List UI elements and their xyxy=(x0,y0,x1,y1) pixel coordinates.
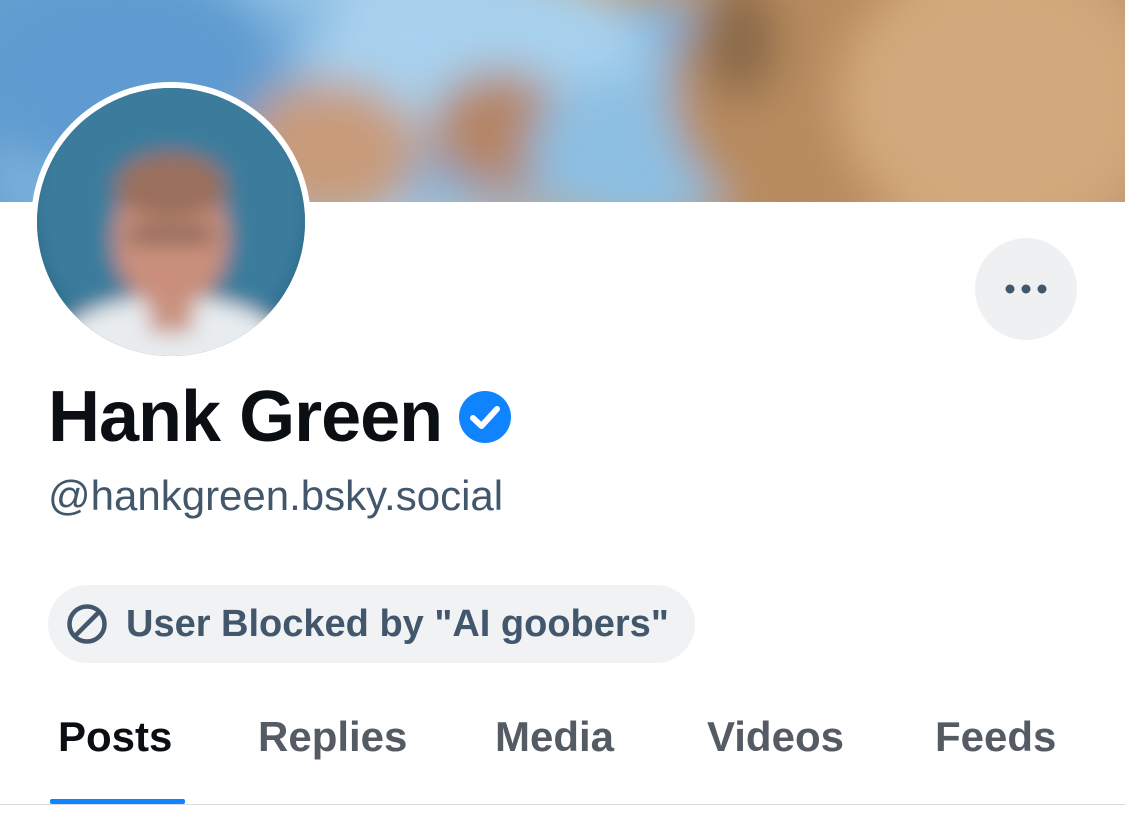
tab-videos[interactable]: Videos xyxy=(707,690,844,800)
tab-media[interactable]: Media xyxy=(495,690,614,800)
name-row: Hank Green xyxy=(48,372,512,462)
profile-page: Hank Green @hankgreen.bsky.social User B… xyxy=(0,0,1125,828)
handle: @hankgreen.bsky.social xyxy=(48,472,504,519)
avatar[interactable] xyxy=(31,82,311,362)
tab-feeds[interactable]: Feeds xyxy=(935,690,1056,800)
tab-posts[interactable]: Posts xyxy=(58,690,172,800)
avatar-image xyxy=(37,88,305,356)
verified-check-icon[interactable] xyxy=(458,390,512,444)
display-name: Hank Green xyxy=(48,377,443,457)
block-icon xyxy=(67,604,107,644)
profile-tabs: Posts Replies Media Videos Feeds xyxy=(0,690,1125,804)
blocked-notice-pill[interactable]: User Blocked by "AI goobers" xyxy=(48,585,695,663)
blocked-notice-text: User Blocked by "AI goobers" xyxy=(126,603,669,645)
tabs-divider xyxy=(0,804,1125,805)
tab-replies[interactable]: Replies xyxy=(258,690,407,800)
ellipsis-icon xyxy=(1005,284,1047,294)
more-options-button[interactable] xyxy=(975,238,1077,340)
